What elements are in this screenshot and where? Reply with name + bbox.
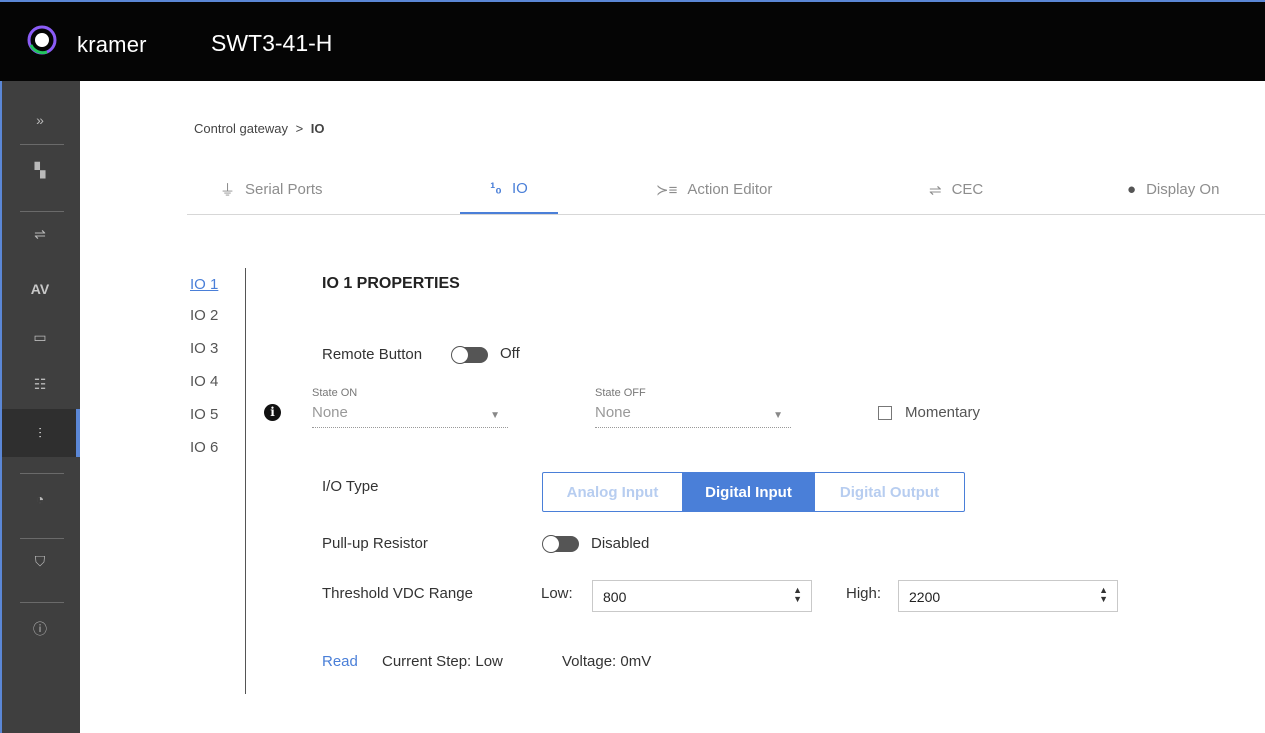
io-list-item[interactable]: IO 6 <box>190 438 218 471</box>
io-list-item[interactable]: IO 3 <box>190 339 218 372</box>
tab-label: Serial Ports <box>245 181 323 198</box>
io-icon: ¹₀ <box>490 180 502 197</box>
state-off-label: State OFF <box>595 387 646 399</box>
breadcrumb-parent[interactable]: Control gateway <box>194 121 288 136</box>
diagnostics-icon[interactable]: ◔ <box>18 486 62 512</box>
security-icon[interactable]: ⛉ <box>18 548 62 574</box>
settings-icon[interactable]: ☷ <box>18 371 62 397</box>
io-list: IO 1 IO 2 IO 3 IO 4 IO 5 IO 6 <box>190 275 218 471</box>
topology-icon[interactable]: ▚ <box>18 157 62 183</box>
toggle-knob <box>451 346 469 364</box>
top-bar: kramer SWT3-41-H <box>0 0 1265 81</box>
low-label: Low: <box>541 585 573 602</box>
remote-button-label: Remote Button <box>322 346 423 363</box>
av-icon[interactable]: AV <box>18 276 62 302</box>
chevron-down-icon: ▼ <box>490 410 500 421</box>
sidebar: » ▚ ⇌ AV ▭ ☷ ⫶ ◔ ⛉ ⓘ <box>0 81 80 733</box>
spinner-icon[interactable]: ▲ ▼ <box>793 586 802 604</box>
breadcrumb-separator: > <box>295 121 304 136</box>
state-on-select[interactable]: None ▼ <box>312 404 508 428</box>
low-threshold-input[interactable]: 800 ▲ ▼ <box>592 580 812 612</box>
io-list-item[interactable]: IO 2 <box>190 306 218 339</box>
breadcrumb: Control gateway > IO <box>194 121 325 136</box>
remote-button-toggle[interactable] <box>451 346 488 364</box>
brand-name: kramer <box>77 32 147 57</box>
sidebar-divider <box>20 144 64 145</box>
current-step-text: Current Step: Low <box>382 653 503 670</box>
sidebar-divider <box>20 538 64 539</box>
control-gateway-icon[interactable]: ⫶ <box>18 420 62 446</box>
io-type-selector: Analog Input Digital Input Digital Outpu… <box>542 472 965 512</box>
sidebar-divider <box>20 473 64 474</box>
io-list-divider <box>245 268 246 694</box>
state-on-label: State ON <box>312 387 358 399</box>
state-off-value: None <box>595 404 631 421</box>
read-link[interactable]: Read <box>322 653 358 670</box>
properties-title: IO 1 PROPERTIES <box>322 275 460 292</box>
tab-bar: ⏚ Serial Ports ¹₀ IO ≻≡ Action Editor ⇌ … <box>187 165 1265 215</box>
high-threshold-value: 2200 <box>909 589 941 605</box>
tab-io[interactable]: ¹₀ IO <box>460 165 558 214</box>
serial-port-icon: ⏚ <box>220 182 236 199</box>
io-type-digital-output[interactable]: Digital Output <box>815 473 964 511</box>
remote-button-state: Off <box>500 345 520 362</box>
tab-label: CEC <box>951 181 984 198</box>
tab-label: Display On <box>1146 181 1220 198</box>
pullup-resistor-state: Disabled <box>591 535 650 552</box>
info-icon[interactable]: ⓘ <box>18 616 62 642</box>
sidebar-divider <box>20 602 64 603</box>
auto-switch-icon[interactable]: ⇌ <box>18 221 62 247</box>
display-on-icon: ● <box>1127 181 1137 198</box>
tab-display-on[interactable]: ● Display On <box>1127 165 1219 214</box>
toggle-knob <box>542 535 560 553</box>
spinner-icon[interactable]: ▲ ▼ <box>1099 586 1108 604</box>
tab-serial-ports[interactable]: ⏚ Serial Ports <box>220 165 323 214</box>
momentary-checkbox[interactable] <box>878 406 892 420</box>
breadcrumb-current: IO <box>310 121 325 136</box>
io-list-item[interactable]: IO 1 <box>190 275 218 308</box>
high-label: High: <box>846 585 882 602</box>
sidebar-divider <box>20 211 64 212</box>
momentary-label: Momentary <box>905 404 981 421</box>
low-threshold-value: 800 <box>603 589 627 605</box>
expand-icon[interactable]: » <box>18 107 62 133</box>
edid-icon[interactable]: ▭ <box>18 324 62 350</box>
pullup-resistor-toggle[interactable] <box>542 535 579 553</box>
io-type-label: I/O Type <box>322 478 379 495</box>
io-type-analog-input[interactable]: Analog Input <box>543 473 682 511</box>
kramer-logo-icon <box>27 25 57 55</box>
pullup-resistor-label: Pull-up Resistor <box>322 535 428 552</box>
tab-cec[interactable]: ⇌ CEC <box>929 165 983 214</box>
io-list-item[interactable]: IO 5 <box>190 405 218 438</box>
info-icon[interactable]: i <box>264 404 281 421</box>
tab-label: Action Editor <box>687 181 773 198</box>
device-model: SWT3-41-H <box>211 30 333 56</box>
chevron-down-icon: ▼ <box>773 410 783 421</box>
state-on-value: None <box>312 404 348 421</box>
cec-icon: ⇌ <box>929 181 942 199</box>
tab-action-editor[interactable]: ≻≡ Action Editor <box>656 165 772 214</box>
tab-label: IO <box>511 180 528 197</box>
voltage-text: Voltage: 0mV <box>562 653 652 670</box>
action-editor-icon: ≻≡ <box>656 181 678 199</box>
threshold-label: Threshold VDC Range <box>322 585 473 602</box>
high-threshold-input[interactable]: 2200 ▲ ▼ <box>898 580 1118 612</box>
io-list-item[interactable]: IO 4 <box>190 372 218 405</box>
state-off-select[interactable]: None ▼ <box>595 404 791 428</box>
io-type-digital-input[interactable]: Digital Input <box>682 473 815 511</box>
